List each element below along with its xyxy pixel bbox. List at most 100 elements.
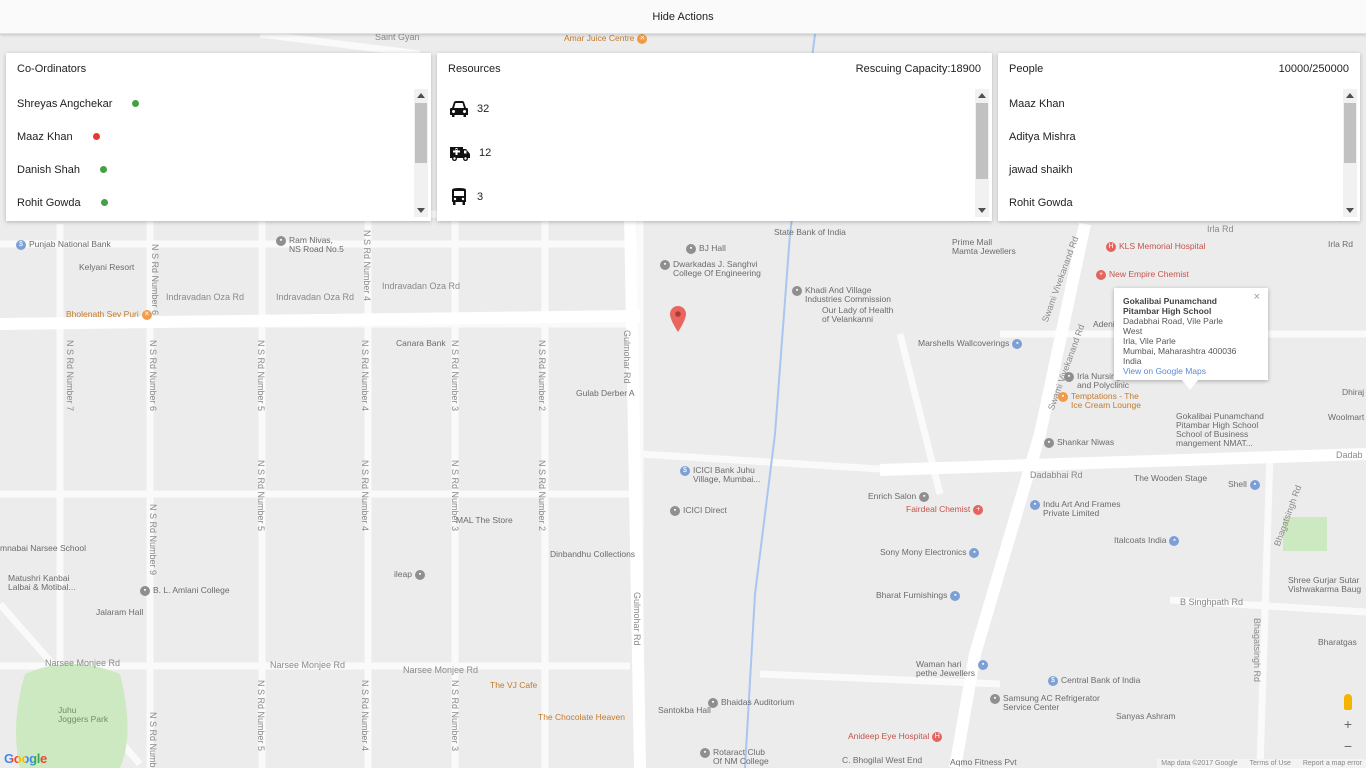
poi-canara-bank[interactable]: Canara Bank bbox=[396, 339, 446, 348]
poi-bj-hall[interactable]: ▪ BJ Hall bbox=[686, 244, 726, 254]
building-icon: ▪ bbox=[670, 506, 680, 516]
poi-vj-cafe[interactable]: The VJ Cafe bbox=[490, 681, 537, 690]
coordinator-row[interactable]: Rohit Gowda bbox=[6, 186, 413, 217]
resource-row[interactable]: 32 bbox=[437, 87, 974, 131]
poi-bhaidas[interactable]: ▪ Bhaidas Auditorium bbox=[708, 698, 794, 708]
poi-bholenath[interactable]: Bholenath Sev Puri ✕ bbox=[66, 310, 152, 320]
coordinator-row[interactable]: Maaz Khan bbox=[6, 120, 413, 153]
poi-ileap[interactable]: ileap ▪ bbox=[394, 570, 425, 580]
poi-woolmart[interactable]: Woolmart bbox=[1328, 413, 1364, 422]
scroll-down-icon[interactable] bbox=[1346, 208, 1354, 213]
poi-santokba[interactable]: Santokba Hall bbox=[658, 706, 711, 715]
scroll-up-icon[interactable] bbox=[978, 93, 986, 98]
poi-juhu-park[interactable]: Juhu Joggers Park bbox=[58, 706, 108, 724]
coordinator-row[interactable]: Danish Shah bbox=[6, 153, 413, 186]
road-label: N S Rd Number 6 bbox=[150, 244, 160, 316]
poi-kls[interactable]: H KLS Memorial Hospital bbox=[1106, 242, 1205, 252]
poi-shree-gurjar[interactable]: Shree Gurjar Sutar Vishwakarma Baug bbox=[1288, 576, 1361, 594]
poi-ram-nivas[interactable]: ▪ Ram Nivas, NS Road No.5 bbox=[276, 236, 344, 254]
poi-sony-mony[interactable]: Sony Mony Electronics ▪ bbox=[880, 548, 980, 558]
poi-sanyas[interactable]: Sanyas Ashram bbox=[1116, 712, 1176, 721]
poi-bhogilal[interactable]: C. Bhogilal West End bbox=[842, 756, 922, 765]
poi-bharatgas[interactable]: Bharatgas bbox=[1318, 638, 1357, 647]
poi-punjab-bank[interactable]: $ Punjab National Bank bbox=[16, 240, 111, 250]
status-dot bbox=[132, 100, 140, 107]
zoom-in-button[interactable]: + bbox=[1344, 716, 1352, 732]
view-on-google-maps-link[interactable]: View on Google Maps bbox=[1123, 366, 1259, 376]
report-error-link[interactable]: Report a map error bbox=[1303, 760, 1362, 767]
poi-amlani[interactable]: ▪ B. L. Amlani College bbox=[140, 586, 230, 596]
poi-sbi[interactable]: State Bank of India bbox=[774, 228, 846, 237]
building-icon: ▪ bbox=[1064, 372, 1074, 382]
person-row[interactable]: Maaz Khan bbox=[998, 87, 1342, 120]
status-dot bbox=[100, 199, 108, 206]
poi-amar-juice[interactable]: Amar Juice Centre ✕ bbox=[564, 34, 648, 44]
poi-dinbandhu[interactable]: Dinbandhu Collections bbox=[550, 550, 635, 559]
poi-icici-bank[interactable]: $ ICICI Bank Juhu Village, Mumbai... bbox=[680, 466, 760, 484]
poi-gulab[interactable]: Gulab Derber A bbox=[576, 389, 635, 398]
zoom-out-button[interactable]: − bbox=[1344, 738, 1352, 754]
close-icon[interactable]: × bbox=[1254, 292, 1260, 303]
people-scrollbar[interactable] bbox=[1343, 89, 1357, 217]
poi-kelyani[interactable]: Kelyani Resort bbox=[79, 263, 134, 272]
resource-row[interactable]: 12 bbox=[437, 131, 974, 175]
poi-chocolate-heaven[interactable]: The Chocolate Heaven bbox=[538, 713, 625, 722]
poi-shell[interactable]: Shell ▪ bbox=[1228, 480, 1260, 490]
poi-italcoats[interactable]: Italcoats India ▪ bbox=[1114, 536, 1180, 546]
coordinator-row[interactable]: Shreyas Angchekar bbox=[6, 87, 413, 120]
gas-icon: ▪ bbox=[1249, 480, 1260, 490]
scroll-up-icon[interactable] bbox=[1346, 93, 1354, 98]
hide-actions-button[interactable]: Hide Actions bbox=[638, 5, 727, 29]
poi-khadi[interactable]: ▪ Khadi And Village Industries Commission bbox=[792, 286, 891, 304]
poi-prime-mall[interactable]: Prime Mall Mamta Jewellers bbox=[952, 238, 1016, 256]
resources-scrollbar[interactable] bbox=[975, 89, 989, 217]
poi-anideep[interactable]: Anideep Eye Hospital H bbox=[848, 732, 943, 742]
poi-aqmo[interactable]: Aqmo Fitness Pvt bbox=[950, 758, 1017, 767]
poi-bharat-furnishings[interactable]: Bharat Furnishings ▪ bbox=[876, 591, 961, 601]
poi-waman-hari[interactable]: Waman hari pethe Jewellers ▪ bbox=[916, 660, 989, 678]
poi-temptations[interactable]: ▪ Temptations - The Ice Cream Lounge bbox=[1058, 392, 1141, 410]
poi-wooden-stage[interactable]: The Wooden Stage bbox=[1134, 474, 1207, 483]
person-row[interactable]: Aditya Mishra bbox=[998, 120, 1342, 153]
poi-irla-rd[interactable]: Irla Rd bbox=[1328, 240, 1353, 249]
poi-marshells[interactable]: Marshells Wallcoverings ▪ bbox=[918, 339, 1023, 349]
building-icon: ▪ bbox=[276, 236, 286, 246]
resource-row[interactable]: 3 bbox=[437, 175, 974, 217]
poi-fairdeal[interactable]: Fairdeal Chemist + bbox=[906, 505, 984, 515]
person-row[interactable]: jawad shaikh bbox=[998, 153, 1342, 186]
poi-new-empire[interactable]: + New Empire Chemist bbox=[1096, 270, 1189, 280]
scroll-thumb[interactable] bbox=[976, 103, 988, 179]
google-logo: Google bbox=[4, 751, 47, 766]
poi-our-lady[interactable]: Our Lady of Health of Velankanni bbox=[822, 306, 893, 324]
poi-enrich[interactable]: Enrich Salon ▪ bbox=[868, 492, 930, 502]
terms-link[interactable]: Terms of Use bbox=[1250, 760, 1291, 767]
coordinators-scrollbar[interactable] bbox=[414, 89, 428, 217]
poi-jalaram[interactable]: Jalaram Hall bbox=[96, 608, 143, 617]
poi-central-bank[interactable]: $ Central Bank of India bbox=[1048, 676, 1140, 686]
scroll-up-icon[interactable] bbox=[417, 93, 425, 98]
road-label: Narsee Monjee Rd bbox=[45, 658, 121, 668]
poi-icici-direct[interactable]: ▪ ICICI Direct bbox=[670, 506, 727, 516]
scroll-down-icon[interactable] bbox=[978, 208, 986, 213]
poi-matushri[interactable]: Matushri Kanbai Lalbai & Motibal... bbox=[8, 574, 76, 592]
poi-mnabai[interactable]: mnabai Narsee School bbox=[0, 544, 86, 553]
poi-gokalibai[interactable]: Gokalibai Punamchand Pitambar High Schoo… bbox=[1176, 412, 1264, 448]
person-row[interactable]: Rohit Gowda bbox=[998, 186, 1342, 217]
bank-icon: $ bbox=[680, 466, 690, 476]
pegman-icon[interactable] bbox=[1344, 694, 1352, 710]
poi-shankar-niwas[interactable]: ▪ Shankar Niwas bbox=[1044, 438, 1114, 448]
person-name: jawad shaikh bbox=[1009, 163, 1073, 176]
coordinator-name: Shreyas Angchekar bbox=[17, 97, 113, 110]
scroll-thumb[interactable] bbox=[415, 103, 427, 163]
poi-adeni[interactable]: Adeni bbox=[1093, 320, 1115, 329]
poi-rotaract[interactable]: ▪ Rotaract Club Of NM College bbox=[700, 748, 769, 766]
scroll-down-icon[interactable] bbox=[417, 208, 425, 213]
poi-samsung[interactable]: ▪ Samsung AC Refrigerator Service Center bbox=[990, 694, 1100, 712]
poi-djsanghvi[interactable]: ▪ Dwarkadas J. Sanghvi College Of Enginee… bbox=[660, 260, 761, 278]
scroll-thumb[interactable] bbox=[1344, 103, 1356, 163]
poi-indu-art[interactable]: ▪ Indu Art And Frames Private Limited bbox=[1030, 500, 1120, 518]
poi-dhiraj[interactable]: Dhiraj bbox=[1342, 388, 1364, 397]
building-icon: ▪ bbox=[1044, 438, 1054, 448]
poi-mal-store[interactable]: MAL The Store bbox=[456, 516, 513, 525]
info-window-tail bbox=[1182, 380, 1198, 390]
